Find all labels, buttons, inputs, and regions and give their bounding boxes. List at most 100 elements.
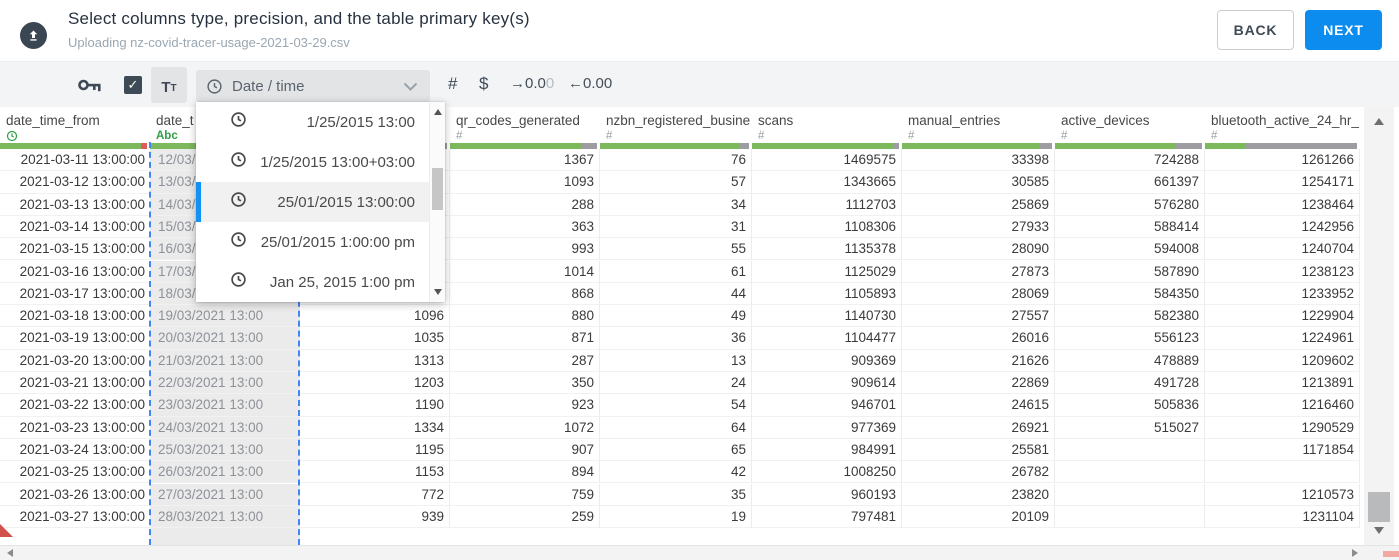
selected-column-border-left <box>149 142 151 545</box>
column-header-active_devices[interactable]: active_devices # <box>1055 107 1205 143</box>
dropdown-scroll-up-icon[interactable] <box>434 109 442 115</box>
increase-precision-button[interactable]: →0.00 <box>510 75 554 92</box>
include-column-checkbox[interactable]: ✓ <box>124 76 142 94</box>
table-cell: 26/03/2021 13:00 <box>150 461 300 484</box>
dropdown-option[interactable]: 1/25/2015 13:00 <box>196 102 445 142</box>
table-cell: 1238464 <box>1205 193 1360 216</box>
table-cell: 2021-03-22 13:00:00 <box>0 394 150 417</box>
table-cell: 909369 <box>752 349 902 372</box>
table-cell: 1343665 <box>752 171 902 194</box>
app-header: Select columns type, precision, and the … <box>0 0 1399 62</box>
table-cell: 871 <box>450 327 600 350</box>
table-cell: 363 <box>450 215 600 239</box>
scroll-up-arrow-icon[interactable] <box>1374 118 1384 125</box>
currency-type-button[interactable]: $ <box>479 74 488 94</box>
table-cell: 1093 <box>450 171 600 194</box>
table-cell: 33398 <box>902 149 1055 172</box>
table-cell: 24/03/2021 13:00 <box>150 416 300 439</box>
table-cell: 1105893 <box>752 282 902 306</box>
clock-icon <box>6 130 18 142</box>
table-cell: 350 <box>450 372 600 395</box>
table-cell: 661397 <box>1055 171 1205 194</box>
column-type-numeric-label: # <box>456 130 463 142</box>
table-cell: 1290529 <box>1205 416 1360 439</box>
table-cell: 2021-03-17 13:00:00 <box>0 283 150 306</box>
dropdown-option[interactable]: 25/01/2015 1:00:00 pm <box>196 222 445 262</box>
column-quality-bar <box>450 143 597 149</box>
table-cell: 2021-03-24 13:00:00 <box>0 439 150 462</box>
table-cell: 21/03/2021 13:00 <box>150 349 300 372</box>
table-row: 2021-03-24 13:00:00 25/03/2021 13:00 1195 9… <box>0 438 1360 462</box>
table-cell: 1112703 <box>752 193 902 216</box>
selected-column-highlight <box>150 528 300 545</box>
table-cell: 2021-03-18 13:00:00 <box>0 305 150 328</box>
table-cell: 1229904 <box>1205 305 1360 328</box>
table-cell: 584350 <box>1055 282 1205 306</box>
table-cell: 907 <box>450 438 600 462</box>
table-cell: 76 <box>600 149 752 172</box>
table-cell: 923 <box>450 394 600 417</box>
table-cell: 23/03/2021 13:00 <box>150 394 300 417</box>
dropdown-option[interactable]: Jan 25, 2015 1:00 pm <box>196 262 445 302</box>
scroll-right-arrow-icon[interactable] <box>1352 549 1358 557</box>
column-type-numeric-label: # <box>1061 130 1068 142</box>
table-cell: 576280 <box>1055 193 1205 216</box>
column-header-date_time_from[interactable]: date_time_from <box>0 107 150 143</box>
table-cell: 556123 <box>1055 327 1205 350</box>
table-cell: 1108306 <box>752 215 902 239</box>
column-header-nzbn_registered_busine[interactable]: nzbn_registered_busine # <box>600 107 752 143</box>
table-cell: 22/03/2021 13:00 <box>150 372 300 395</box>
next-button[interactable]: NEXT <box>1305 10 1382 50</box>
table-cell: 54 <box>600 394 752 417</box>
dropdown-scrollbar-thumb[interactable] <box>432 168 443 210</box>
table-cell: 20109 <box>902 505 1055 529</box>
table-cell: 1209602 <box>1205 349 1360 372</box>
column-header-bluetooth_active_24_hr_[interactable]: bluetooth_active_24_hr_ # <box>1205 107 1360 143</box>
horizontal-scrollbar[interactable] <box>0 545 1399 560</box>
dropdown-scrollbar[interactable] <box>429 102 445 302</box>
column-header-manual_entries[interactable]: manual_entries # <box>902 107 1055 143</box>
table-cell: 1072 <box>450 416 600 439</box>
numeric-type-button[interactable]: # <box>448 74 457 94</box>
table-cell: 1195 <box>300 438 450 462</box>
table-cell: 1313 <box>300 349 450 372</box>
table-cell: 23820 <box>902 483 1055 506</box>
table-cell: 1104477 <box>752 327 902 350</box>
scroll-down-arrow-icon[interactable] <box>1374 527 1384 534</box>
primary-key-icon[interactable] <box>78 77 103 98</box>
text-type-button[interactable]: TT <box>151 67 187 103</box>
column-header-qr_codes_generated[interactable]: qr_codes_generated # <box>450 107 600 143</box>
datetime-format-select-value: Date / time <box>232 77 305 95</box>
column-header-scans[interactable]: scans # <box>752 107 902 143</box>
checkbox-check-icon: ✓ <box>127 77 139 92</box>
back-button[interactable]: BACK <box>1217 10 1294 50</box>
datetime-format-select[interactable]: Date / time <box>196 70 430 102</box>
column-type-numeric-label: # <box>1211 130 1218 142</box>
decrease-precision-button[interactable]: ←0.00 <box>568 75 612 92</box>
table-row: 2021-03-27 13:00:00 28/03/2021 13:00 939 25… <box>0 505 1360 529</box>
table-cell: 31 <box>600 215 752 239</box>
upload-icon <box>20 22 47 49</box>
table-cell: 1231104 <box>1205 505 1360 529</box>
table-cell: 724288 <box>1055 149 1205 172</box>
dropdown-option[interactable]: 1/25/2015 13:00+03:00 <box>196 142 445 182</box>
column-type-clock-icon <box>0 130 150 143</box>
dropdown-option[interactable]: 25/01/2015 13:00:00 <box>196 182 445 222</box>
table-cell: 1153 <box>300 461 450 484</box>
scroll-left-arrow-icon[interactable] <box>7 549 13 557</box>
table-cell: 259 <box>450 505 600 529</box>
table-cell: 1096 <box>300 305 450 328</box>
vertical-scrollbar-thumb[interactable] <box>1368 492 1390 522</box>
clock-icon <box>230 151 247 173</box>
table-cell: 57 <box>600 171 752 194</box>
table-cell: 27873 <box>902 260 1055 283</box>
dropdown-scroll-down-icon[interactable] <box>434 289 442 295</box>
table-cell: 2021-03-13 13:00:00 <box>0 194 150 216</box>
page-subtitle: Uploading nz-covid-tracer-usage-2021-03-… <box>68 35 350 50</box>
table-cell: 2021-03-27 13:00:00 <box>0 506 150 529</box>
vertical-scrollbar[interactable] <box>1364 107 1394 545</box>
table-cell: 30585 <box>902 171 1055 194</box>
table-cell: 35 <box>600 483 752 506</box>
table-cell: 1210573 <box>1205 483 1360 506</box>
table-cell: 1334 <box>300 416 450 439</box>
